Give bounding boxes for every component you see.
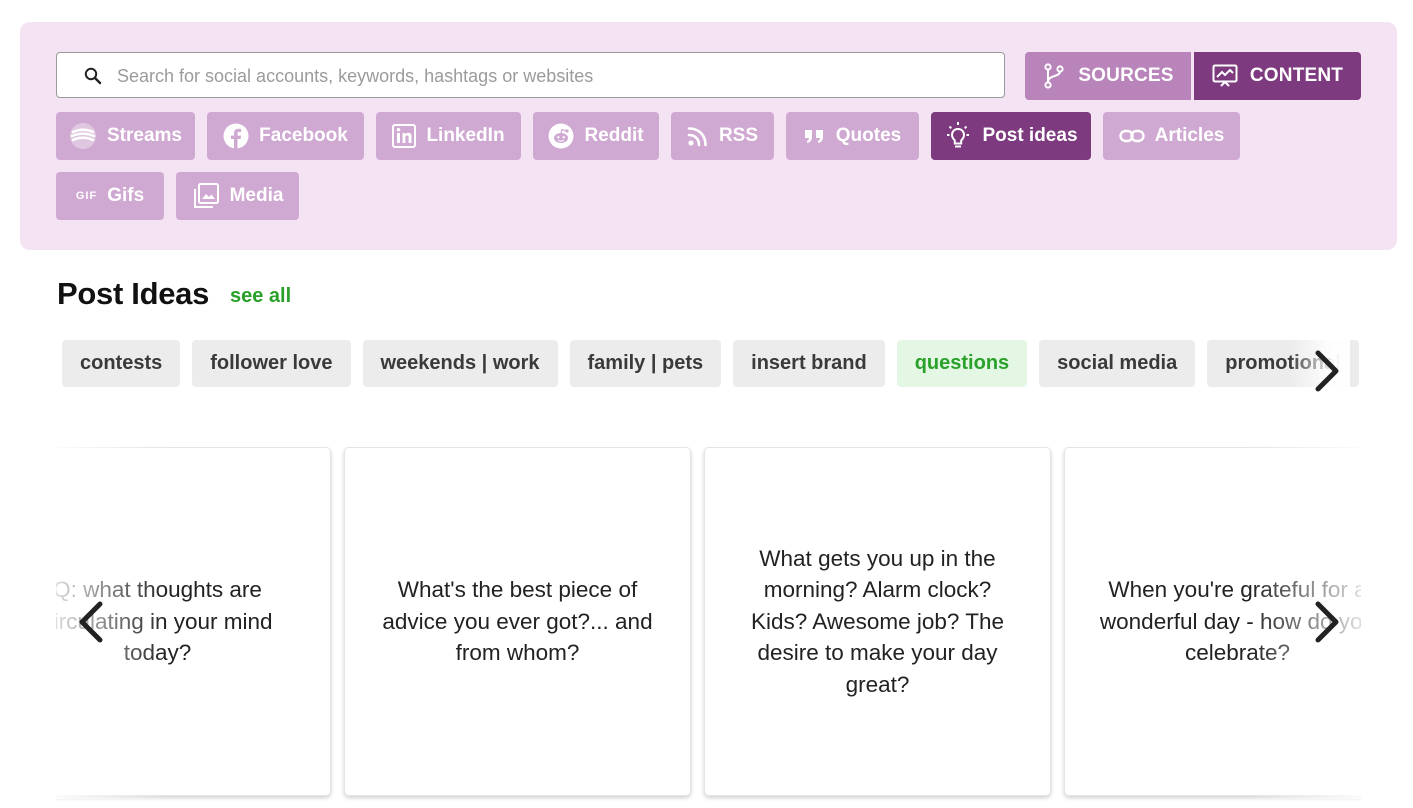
category-gifs-button[interactable]: GIF Gifs	[56, 172, 164, 220]
see-all-link[interactable]: see all	[230, 285, 291, 308]
post-idea-card[interactable]: What gets you up in the morning? Alarm c…	[704, 447, 1051, 796]
rss-icon	[687, 127, 707, 147]
chip-social-media[interactable]: social media	[1039, 340, 1196, 387]
carousel-next-arrow-icon[interactable]	[1306, 598, 1346, 646]
chip-weekends-work[interactable]: weekends | work	[362, 340, 558, 387]
streams-icon	[70, 123, 96, 149]
category-label: Streams	[107, 125, 182, 146]
search-box[interactable]	[56, 52, 1005, 99]
category-reddit-button[interactable]: Reddit	[533, 112, 659, 160]
post-ideas-carousel: Q: what thoughts are circulating in your…	[56, 447, 1361, 808]
reddit-icon	[548, 123, 574, 149]
post-idea-text: What gets you up in the morning? Alarm c…	[750, 545, 1005, 697]
content-panel: SOURCES CONTENT Streams Facebook Lin	[20, 22, 1397, 250]
linkedin-icon	[392, 124, 417, 148]
lightbulb-icon	[947, 122, 970, 148]
post-idea-text: What's the best piece of advice you ever…	[382, 577, 653, 666]
category-label: Facebook	[259, 125, 348, 146]
carousel-prev-arrow-icon[interactable]	[72, 598, 112, 646]
chip-questions[interactable]: questions	[896, 340, 1028, 387]
facebook-icon	[223, 123, 249, 149]
category-label: Quotes	[835, 125, 902, 146]
chip-insert-brand[interactable]: insert brand	[733, 340, 885, 387]
category-label: RSS	[718, 125, 759, 146]
chip-family-pets[interactable]: family | pets	[569, 340, 722, 387]
category-linkedin-button[interactable]: LinkedIn	[376, 112, 521, 160]
chips-next-arrow-icon[interactable]	[1306, 347, 1346, 395]
category-quotes-button[interactable]: Quotes	[786, 112, 919, 160]
post-idea-card[interactable]: What's the best piece of advice you ever…	[344, 447, 691, 796]
sources-button[interactable]: SOURCES	[1025, 52, 1191, 100]
category-media-button[interactable]: Media	[176, 172, 299, 220]
content-label: CONTENT	[1249, 65, 1344, 86]
category-post-ideas-button[interactable]: Post ideas	[931, 112, 1091, 160]
media-icon	[193, 183, 219, 208]
section-title: Post Ideas	[57, 276, 210, 311]
category-label: Media	[229, 185, 284, 206]
category-label: LinkedIn	[426, 125, 505, 146]
category-facebook-button[interactable]: Facebook	[207, 112, 364, 160]
category-label: Articles	[1154, 125, 1225, 146]
content-button[interactable]: CONTENT	[1194, 52, 1361, 100]
category-streams-button[interactable]: Streams	[56, 112, 195, 160]
search-icon	[84, 67, 102, 85]
chip-follower-love[interactable]: follower love	[192, 340, 351, 387]
sources-label: SOURCES	[1078, 65, 1174, 86]
gif-icon: GIF	[75, 190, 98, 202]
link-icon	[1118, 129, 1145, 143]
category-label: Post ideas	[982, 125, 1078, 146]
filter-chips: contests follower love weekends | work f…	[56, 340, 1361, 388]
chart-monitor-icon	[1212, 64, 1238, 87]
category-rss-button[interactable]: RSS	[671, 112, 774, 160]
category-label: Reddit	[584, 125, 644, 146]
category-label: Gifs	[107, 185, 145, 206]
branch-icon	[1044, 63, 1064, 89]
quotes-icon	[804, 130, 823, 143]
category-articles-button[interactable]: Articles	[1103, 112, 1240, 160]
search-input[interactable]	[115, 53, 989, 99]
chip-contests[interactable]: contests	[62, 340, 181, 387]
